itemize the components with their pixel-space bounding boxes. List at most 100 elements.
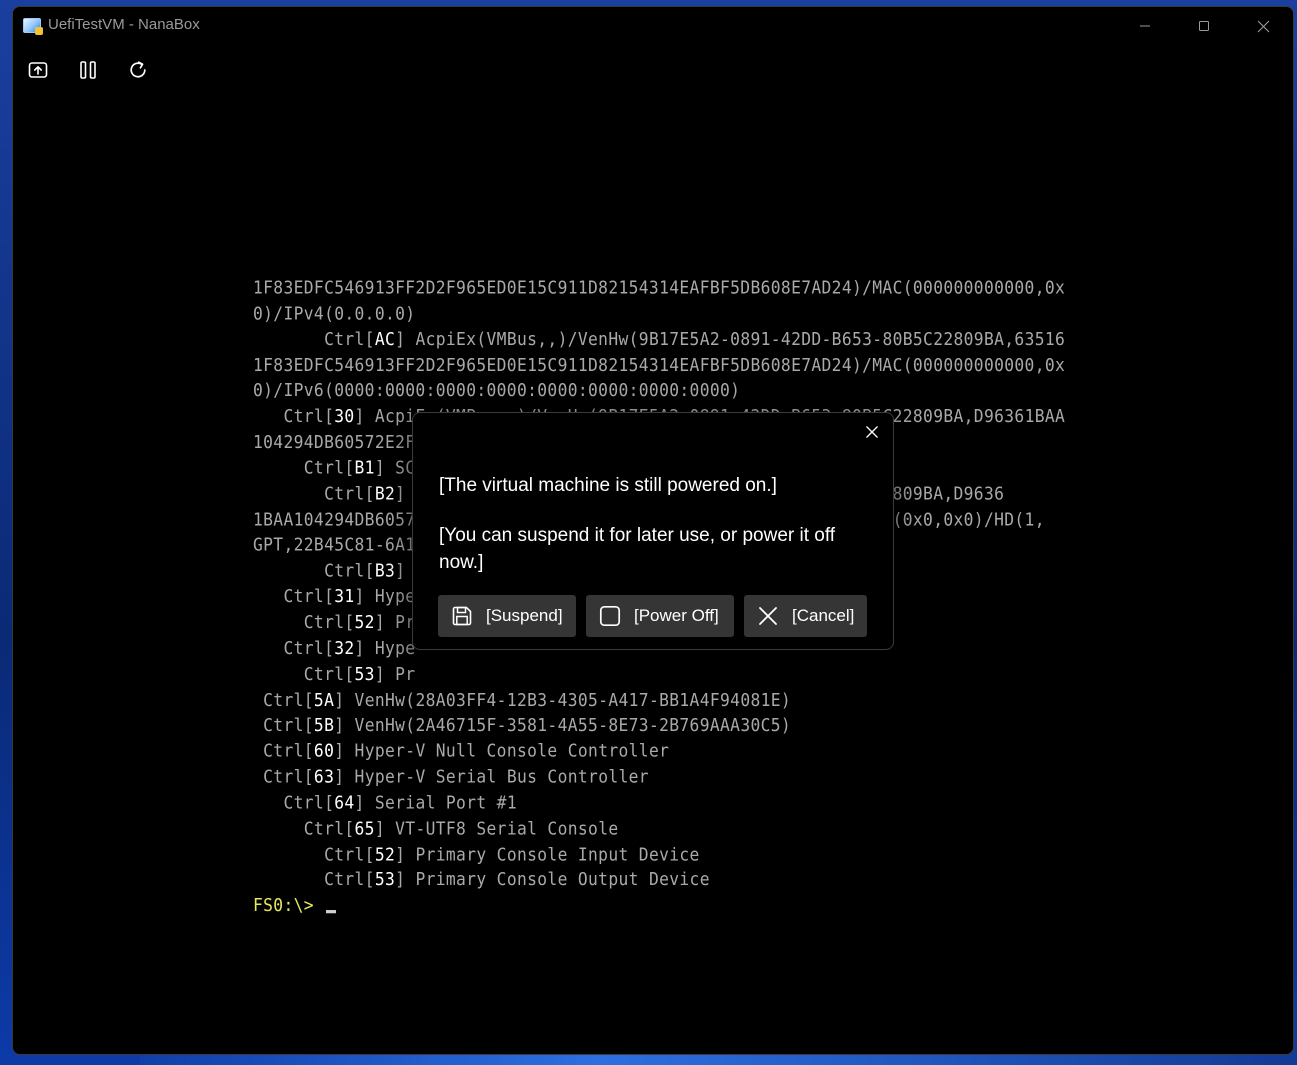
controller-id: 60 bbox=[313, 740, 335, 762]
console-line: Ctrl[5A] VenHw(28A03FF4-12B3-4305-A417-B… bbox=[253, 687, 1073, 713]
console-text: 104294DB60572E2F bbox=[253, 431, 416, 453]
controller-id: 53 bbox=[354, 663, 375, 684]
console-text: Ctrl[ bbox=[253, 817, 355, 839]
nanabox-window: UefiTestVM - NanaBox 1F83EDFC546913FF2D2… bbox=[12, 6, 1294, 1055]
controller-id: 53 bbox=[374, 869, 396, 890]
stop-square-icon bbox=[598, 604, 622, 628]
text-cursor bbox=[326, 910, 337, 914]
console-text: 0)/IPv4(0.0.0.0) bbox=[253, 302, 416, 324]
console-text: GPT,22B45C81-6A1 bbox=[253, 534, 416, 556]
console-text: Ctrl[ bbox=[253, 586, 335, 607]
shell-prompt: FS0:\> bbox=[253, 895, 325, 916]
console-text: Ctrl[ bbox=[253, 714, 314, 736]
controller-id: AC bbox=[374, 328, 396, 350]
save-icon bbox=[450, 604, 474, 628]
controller-id: 5B bbox=[313, 714, 335, 736]
reset-button[interactable] bbox=[125, 57, 151, 83]
controller-id: 32 bbox=[334, 637, 355, 659]
power-off-button[interactable]: [Power Off] bbox=[586, 595, 734, 637]
console-line: 1F83EDFC546913FF2D2F965ED0E15C911D821543… bbox=[253, 352, 1073, 378]
console-text: ] VenHw(2A46715F-3581-4A55-8E73-2B769AAA… bbox=[334, 714, 792, 736]
console-text: 0)/IPv6(0000:0000:0000:0000:0000:0000:00… bbox=[253, 380, 741, 401]
console-line: Ctrl[63] Hyper-V Serial Bus Controller bbox=[253, 764, 1073, 790]
suspend-label: [Suspend] bbox=[486, 606, 563, 625]
minimize-icon bbox=[1140, 25, 1150, 27]
console-line: Ctrl[AC] AcpiEx(VMBus,,)/VenHw(9B17E5A2-… bbox=[253, 327, 1073, 353]
pause-button[interactable] bbox=[75, 57, 101, 83]
console-text: Ctrl[ bbox=[253, 483, 375, 504]
console-text: ] Hyper-V Serial Bus Controller bbox=[334, 766, 649, 787]
maximize-icon bbox=[1199, 21, 1209, 31]
controller-id: 30 bbox=[334, 405, 355, 427]
console-line: 0)/IPv6(0000:0000:0000:0000:0000:0000:00… bbox=[253, 378, 1073, 404]
controller-id: 64 bbox=[334, 792, 355, 813]
enhanced-session-icon bbox=[28, 62, 48, 78]
maximize-button[interactable] bbox=[1175, 7, 1233, 45]
cancel-label: [Cancel] bbox=[792, 606, 855, 625]
console-text: ] Hyper-V Null Console Controller bbox=[334, 740, 670, 762]
controller-id: 52 bbox=[354, 611, 375, 633]
console-text: 1F83EDFC546913FF2D2F965ED0E15C911D821543… bbox=[253, 354, 1066, 375]
console-line: 1F83EDFC546913FF2D2F965ED0E15C911D821543… bbox=[253, 275, 1073, 301]
console-text: Ctrl[ bbox=[253, 637, 335, 659]
console-text: Ctrl[ bbox=[253, 405, 335, 427]
app-icon bbox=[23, 18, 43, 35]
console-line: Ctrl[52] Primary Console Input Device bbox=[253, 842, 1073, 868]
controller-id: 63 bbox=[313, 766, 335, 787]
pause-icon bbox=[80, 61, 96, 79]
console-text: ] SC bbox=[374, 457, 416, 478]
power-off-label: [Power Off] bbox=[634, 606, 719, 625]
console-text: ] Serial Port #1 bbox=[354, 792, 517, 813]
console-text: ] bbox=[395, 560, 406, 581]
console-line: Ctrl[64] Serial Port #1 bbox=[253, 790, 1073, 816]
prompt-line: FS0:\> bbox=[253, 893, 1073, 919]
controller-id: B3 bbox=[374, 560, 396, 581]
controller-id: B1 bbox=[354, 457, 375, 478]
console-text: Ctrl[ bbox=[253, 869, 375, 890]
console-line: 0)/IPv4(0.0.0.0) bbox=[253, 301, 1073, 327]
console-text: Ctrl[ bbox=[253, 740, 314, 762]
console-text: 1F83EDFC546913FF2D2F965ED0E15C911D821543… bbox=[253, 277, 1066, 298]
console-line: Ctrl[60] Hyper-V Null Console Controller bbox=[253, 739, 1073, 765]
dialog-close-button[interactable] bbox=[859, 419, 885, 445]
suspend-button[interactable]: [Suspend] bbox=[438, 595, 576, 637]
console-text: Ctrl[ bbox=[253, 843, 375, 865]
console-line: Ctrl[5B] VenHw(2A46715F-3581-4A55-8E73-2… bbox=[253, 713, 1073, 739]
console-text: ] Hype bbox=[354, 586, 416, 607]
console-text: Ctrl[ bbox=[253, 663, 355, 684]
console-text: ] Primary Console Output Device bbox=[395, 869, 710, 890]
console-line: Ctrl[65] VT-UTF8 Serial Console bbox=[253, 816, 1073, 842]
minimize-button[interactable] bbox=[1116, 7, 1174, 45]
console-text: ] Primary Console Input Device bbox=[395, 843, 700, 865]
toolbar bbox=[13, 45, 1293, 95]
console-text: Ctrl[ bbox=[253, 689, 314, 710]
reset-icon bbox=[130, 61, 146, 78]
title-bar[interactable]: UefiTestVM - NanaBox bbox=[13, 7, 1293, 45]
console-text: ] VT-UTF8 Serial Console bbox=[374, 817, 619, 839]
console-line: Ctrl[53] Primary Console Output Device bbox=[253, 867, 1073, 893]
console-text: Ctrl[ bbox=[253, 457, 355, 478]
dialog-message: [You can suspend it for later use, or po… bbox=[439, 525, 836, 573]
controller-id: 65 bbox=[354, 817, 375, 839]
console-text: ] Pr bbox=[374, 611, 416, 633]
console-text: ] Pr bbox=[374, 663, 416, 684]
console-text: Ctrl[ bbox=[253, 611, 355, 633]
controller-id: 52 bbox=[374, 843, 396, 865]
close-window-button[interactable] bbox=[1234, 7, 1292, 45]
console-text: ] AcpiEx(VMBus,,)/VenHw(9B17E5A2-0891-42… bbox=[395, 328, 1066, 350]
console-text: Ctrl[ bbox=[253, 328, 375, 350]
cancel-button[interactable]: [Cancel] bbox=[744, 595, 867, 637]
console-text: Ctrl[ bbox=[253, 766, 314, 787]
enhanced-session-button[interactable] bbox=[25, 57, 51, 83]
controller-id: 5A bbox=[313, 689, 335, 710]
controller-id: B2 bbox=[374, 483, 396, 504]
close-icon bbox=[866, 426, 878, 438]
console-text: ] Hype bbox=[354, 637, 416, 659]
close-icon bbox=[756, 604, 780, 628]
controller-id: 31 bbox=[334, 586, 355, 607]
console-text: Ctrl[ bbox=[253, 792, 335, 813]
console-line: Ctrl[53] Pr bbox=[253, 661, 1073, 687]
dialog-title: [The virtual machine is still powered on… bbox=[439, 475, 777, 496]
console-text: ] VenHw(28A03FF4-12B3-4305-A417-BB1A4F94… bbox=[334, 689, 792, 710]
console-text: Ctrl[ bbox=[253, 560, 375, 581]
